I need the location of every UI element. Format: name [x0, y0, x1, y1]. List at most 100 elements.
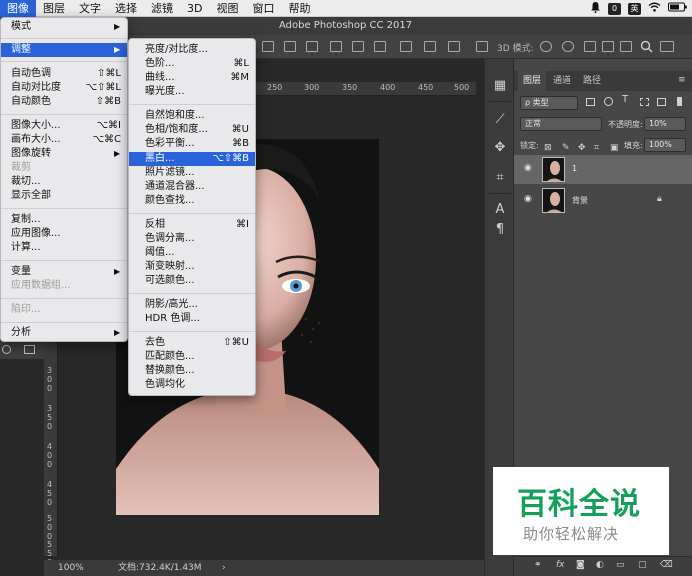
- mask-icon[interactable]: ◙: [576, 560, 585, 570]
- menu-window[interactable]: 窗口: [245, 0, 281, 17]
- menu-item-auto-tone[interactable]: 自动色调 ⇧⌘L: [1, 67, 127, 81]
- workspace-icon[interactable]: [660, 41, 674, 52]
- menu-image[interactable]: 图像: [0, 0, 36, 17]
- auto-align-icon[interactable]: [476, 41, 488, 52]
- distribute-top-icon[interactable]: [400, 41, 412, 52]
- menu-item-image-size[interactable]: 图像大小... ⌥⌘I: [1, 119, 127, 133]
- lock-all-icon[interactable]: ▣: [610, 143, 619, 153]
- submenu-item-photo-filter[interactable]: 照片滤镜...: [129, 166, 255, 180]
- submenu-item-exposure[interactable]: 曝光度...: [129, 85, 255, 99]
- submenu-item-posterize[interactable]: 色调分离...: [129, 232, 255, 246]
- submenu-item-equalize[interactable]: 色调均化: [129, 378, 255, 392]
- submenu-item-desaturate[interactable]: 去色 ⇧⌘U: [129, 336, 255, 350]
- menu-layer[interactable]: 图层: [36, 0, 72, 17]
- menu-item-mode[interactable]: 模式 ▶: [1, 20, 127, 34]
- distribute-bottom-icon[interactable]: [448, 41, 460, 52]
- lock-position-icon[interactable]: ✥: [578, 143, 586, 153]
- menu-item-auto-contrast[interactable]: 自动对比度 ⌥⇧⌘L: [1, 81, 127, 95]
- 3d-slide-icon[interactable]: [602, 41, 614, 52]
- visibility-eye-icon[interactable]: ◉: [524, 194, 532, 204]
- submenu-item-channel-mixer[interactable]: 通道混合器...: [129, 180, 255, 194]
- menu-item-canvas-size[interactable]: 画布大小... ⌥⌘C: [1, 133, 127, 147]
- lock-transparent-icon[interactable]: ⊠: [544, 143, 552, 153]
- align-bottom-icon[interactable]: [374, 41, 386, 52]
- align-middle-icon[interactable]: [352, 41, 364, 52]
- layer-filter-kind-select[interactable]: ρ 类型: [520, 96, 578, 110]
- menu-item-reveal-all[interactable]: 显示全部: [1, 189, 127, 203]
- submenu-item-levels[interactable]: 色阶... ⌘L: [129, 57, 255, 71]
- submenu-item-selective-color[interactable]: 可选颜色...: [129, 274, 255, 288]
- filter-type-icon[interactable]: T: [622, 94, 628, 105]
- menu-item-trim[interactable]: 裁切...: [1, 175, 127, 189]
- zoom-level[interactable]: 100%: [58, 560, 84, 576]
- menu-type[interactable]: 文字: [72, 0, 108, 17]
- layer-name[interactable]: 背景: [572, 195, 588, 206]
- submenu-item-hdr-toning[interactable]: HDR 色调...: [129, 312, 255, 326]
- submenu-item-shadows-highlights[interactable]: 阴影/高光...: [129, 298, 255, 312]
- menu-item-image-rotation[interactable]: 图像旋转 ▶: [1, 147, 127, 161]
- filter-shape-icon[interactable]: [640, 98, 649, 106]
- menu-select[interactable]: 选择: [108, 0, 144, 17]
- filter-toggle-icon[interactable]: [677, 97, 682, 106]
- tab-paths[interactable]: 路径: [578, 71, 606, 91]
- submenu-item-match-color[interactable]: 匹配颜色...: [129, 350, 255, 364]
- menu-item-duplicate[interactable]: 复制...: [1, 213, 127, 227]
- filter-smart-icon[interactable]: [657, 98, 666, 106]
- link-icon[interactable]: ⚭: [534, 560, 542, 570]
- align-left-icon[interactable]: [262, 41, 274, 52]
- submenu-item-brightness-contrast[interactable]: 亮度/对比度...: [129, 43, 255, 57]
- menu-3d[interactable]: 3D: [180, 0, 209, 17]
- filter-pixel-icon[interactable]: [586, 98, 595, 106]
- menu-view[interactable]: 视图: [209, 0, 245, 17]
- notification-badge[interactable]: 0: [608, 2, 621, 15]
- layer-row[interactable]: ◉ 1: [514, 155, 692, 184]
- submenu-item-replace-color[interactable]: 替换颜色...: [129, 364, 255, 378]
- menu-help[interactable]: 帮助: [281, 0, 317, 17]
- history-icon[interactable]: ▦: [491, 77, 509, 95]
- folder-icon[interactable]: ▭: [616, 560, 625, 570]
- filter-adjustment-icon[interactable]: [604, 97, 613, 106]
- new-layer-icon[interactable]: ▢: [638, 560, 647, 570]
- brush-settings-icon[interactable]: ⟋: [491, 111, 509, 129]
- status-menu-arrow[interactable]: ›: [222, 560, 226, 576]
- align-right-icon[interactable]: [306, 41, 318, 52]
- battery-icon[interactable]: [668, 2, 688, 15]
- align-top-icon[interactable]: [330, 41, 342, 52]
- fill-input[interactable]: 100%: [644, 138, 686, 152]
- distribute-middle-icon[interactable]: [424, 41, 436, 52]
- tool-option-icon[interactable]: [2, 345, 11, 354]
- visibility-eye-icon[interactable]: ◉: [524, 163, 532, 173]
- submenu-item-curves[interactable]: 曲线... ⌘M: [129, 71, 255, 85]
- 3d-drag-icon[interactable]: [584, 41, 596, 52]
- menu-item-apply-image[interactable]: 应用图像...: [1, 227, 127, 241]
- 3d-rotate-icon[interactable]: [540, 41, 552, 52]
- 3d-roll-icon[interactable]: [562, 41, 574, 52]
- layer-name[interactable]: 1: [572, 164, 577, 173]
- lock-artboard-icon[interactable]: ⌗: [594, 143, 599, 153]
- submenu-item-black-white[interactable]: 黑白... ⌥⇧⌘B: [129, 152, 255, 166]
- 3d-scale-icon[interactable]: [620, 41, 632, 52]
- crop-icon[interactable]: ⌗: [491, 169, 509, 187]
- search-icon[interactable]: [640, 40, 653, 56]
- menu-item-analysis[interactable]: 分析 ▶: [1, 326, 127, 340]
- wifi-icon[interactable]: [648, 2, 661, 15]
- paragraph-icon[interactable]: ¶: [491, 221, 509, 239]
- tab-layers[interactable]: 图层: [518, 71, 547, 91]
- tab-channels[interactable]: 通道: [548, 71, 576, 91]
- adjustment-icon[interactable]: ◐: [596, 560, 604, 570]
- clone-source-icon[interactable]: ✥: [491, 139, 509, 157]
- menu-item-calculations[interactable]: 计算...: [1, 241, 127, 255]
- menu-item-auto-color[interactable]: 自动颜色 ⇧⌘B: [1, 95, 127, 109]
- fx-icon[interactable]: fx: [556, 560, 565, 570]
- menu-item-variables[interactable]: 变量 ▶: [1, 265, 127, 279]
- menu-item-adjustments[interactable]: 调整 ▶: [1, 43, 127, 57]
- opacity-input[interactable]: 10%: [644, 117, 686, 131]
- submenu-item-vibrance[interactable]: 自然饱和度...: [129, 109, 255, 123]
- submenu-item-color-lookup[interactable]: 颜色查找...: [129, 194, 255, 208]
- align-center-icon[interactable]: [284, 41, 296, 52]
- submenu-item-gradient-map[interactable]: 渐变映射...: [129, 260, 255, 274]
- lock-image-icon[interactable]: ✎: [562, 143, 570, 153]
- trash-icon[interactable]: ⌫: [660, 560, 673, 570]
- character-icon[interactable]: A: [491, 201, 509, 219]
- input-method-indicator[interactable]: 英: [628, 2, 641, 15]
